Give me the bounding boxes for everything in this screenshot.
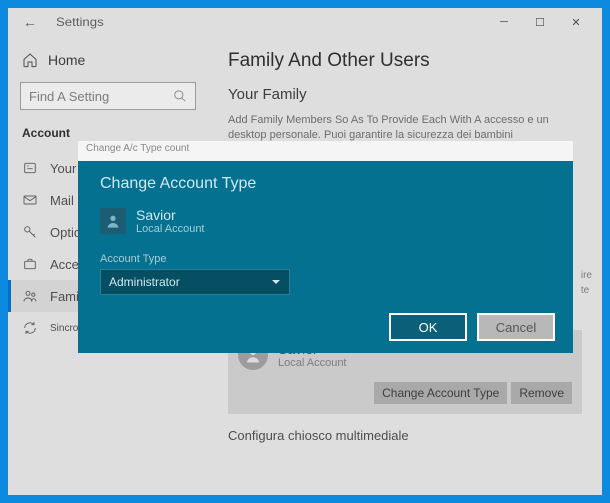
- change-account-type-dialog: Change A/c Type count Change Account Typ…: [78, 141, 573, 353]
- dropdown-selected: Administrator: [109, 275, 180, 289]
- person-icon: [105, 213, 121, 229]
- account-type-dropdown[interactable]: Administrator: [100, 269, 290, 295]
- dialog-user-type: Local Account: [136, 223, 205, 235]
- dialog-heading: Change Account Type: [100, 175, 551, 193]
- dialog-avatar: [100, 208, 126, 234]
- cancel-button[interactable]: Cancel: [477, 313, 555, 341]
- settings-window: ← Settings ─ ☐ ✕ Home Find A Setting Acc…: [8, 8, 602, 495]
- chevron-down-icon: [271, 277, 281, 287]
- dropdown-label: Account Type: [100, 253, 551, 265]
- ok-button[interactable]: OK: [389, 313, 467, 341]
- dialog-user-name: Savior: [136, 207, 205, 223]
- dialog-titlebar: Change A/c Type count: [78, 141, 573, 161]
